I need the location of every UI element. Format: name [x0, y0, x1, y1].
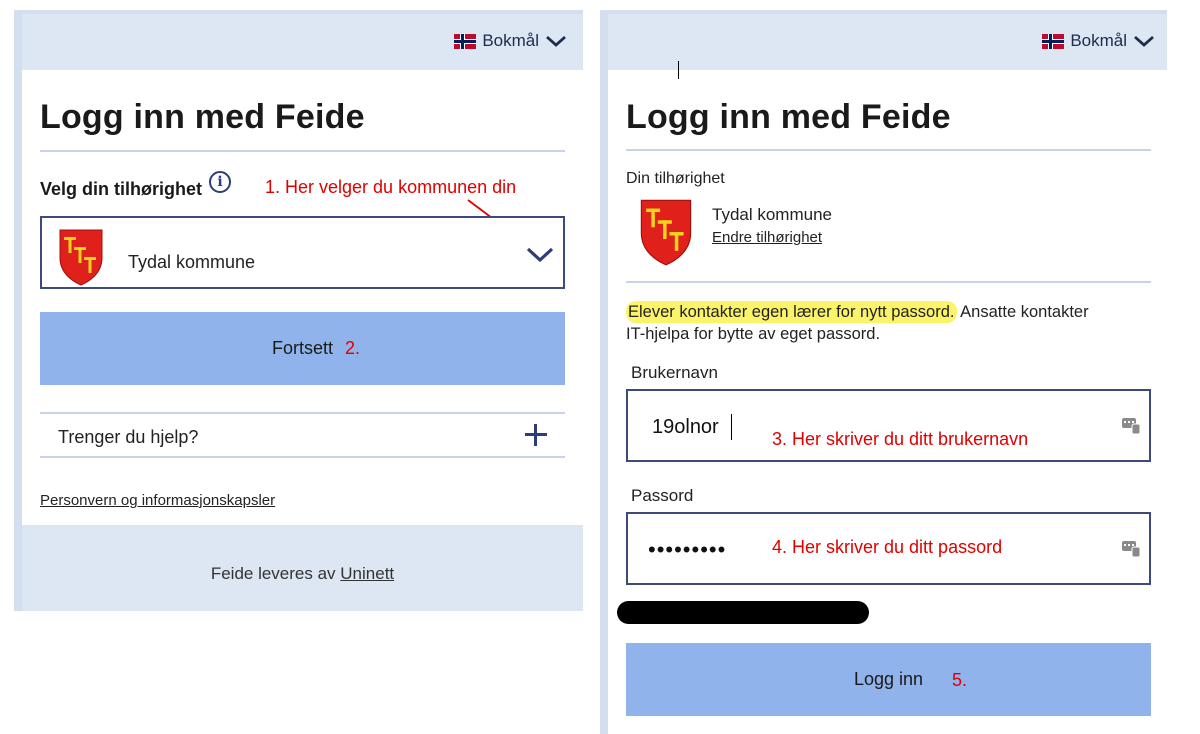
- help-toggle[interactable]: Trenger du hjelp?: [58, 427, 198, 448]
- footer-text: Feide leveres av Uninett: [22, 564, 583, 584]
- chevron-down-icon: [1134, 35, 1154, 47]
- text-cursor: [731, 414, 732, 440]
- language-label: Bokmål: [1070, 31, 1127, 50]
- chevron-down-icon: [526, 247, 554, 263]
- top-bar: Bokmål: [22, 14, 583, 70]
- page-title: Logg inn med Feide: [626, 98, 951, 136]
- language-label: Bokmål: [482, 31, 539, 50]
- keyboard-icon[interactable]: [1122, 541, 1140, 557]
- username-field[interactable]: 19olnor 3. Her skriver du ditt brukernav…: [626, 389, 1151, 462]
- footer-prefix: Feide leveres av: [210, 564, 341, 583]
- annotation-step-3: 3. Her skriver du ditt brukernavn: [772, 429, 1029, 449]
- notice-highlight: Elever kontakter egen lærer for nytt pas…: [626, 301, 957, 323]
- divider: [40, 456, 565, 458]
- password-value: •••••••••: [648, 537, 727, 562]
- change-affiliation-link[interactable]: Endre tilhørighet: [712, 229, 822, 246]
- uninett-link[interactable]: Uninett: [340, 564, 394, 583]
- footer: Feide leveres av Uninett: [22, 525, 583, 611]
- left-login-panel: Bokmål Logg inn med Feide Velg din tilhø…: [14, 10, 583, 611]
- right-login-panel: Bokmål Logg inn med Feide Din tilhørighe…: [600, 10, 1167, 734]
- notice-rest-2: IT-hjelpa for bytte av eget passord.: [626, 325, 881, 343]
- login-button[interactable]: Logg inn: [626, 643, 1151, 716]
- annotation-step-1: 1. Her velger du kommunen din: [265, 177, 517, 197]
- redacted-text: [617, 601, 869, 624]
- password-label: Passord: [631, 486, 694, 505]
- organization-name: Tydal kommune: [712, 205, 832, 224]
- username-label: Brukernavn: [631, 363, 718, 382]
- keyboard-icon[interactable]: [1122, 418, 1140, 434]
- text-cursor: [678, 61, 679, 79]
- affiliation-select[interactable]: Tydal kommune: [40, 216, 565, 289]
- notice-rest-1: Ansatte kontakter: [956, 303, 1089, 321]
- continue-label: Fortsett: [271, 338, 333, 358]
- divider: [626, 149, 1151, 151]
- plus-icon[interactable]: [525, 424, 547, 446]
- login-label: Logg inn: [853, 669, 924, 689]
- affiliation-heading: Din tilhørighet: [626, 170, 725, 187]
- annotation-step-2: 2.: [345, 338, 361, 358]
- language-selector[interactable]: Bokmål: [454, 31, 567, 51]
- username-value: 19olnor: [652, 416, 719, 438]
- flag-norway-icon: [1042, 33, 1065, 49]
- divider: [40, 150, 565, 152]
- affiliation-label: Velg din tilhørighet: [40, 179, 202, 199]
- selected-organization: Tydal kommune: [128, 252, 256, 272]
- top-bar: Bokmål: [608, 14, 1167, 70]
- coat-of-arms-icon: [59, 229, 103, 286]
- continue-button[interactable]: Fortsett: [40, 312, 565, 385]
- divider: [40, 412, 565, 414]
- annotation-step-5: 5.: [952, 670, 968, 690]
- flag-norway-icon: [454, 33, 477, 49]
- chevron-down-icon: [546, 35, 566, 47]
- info-icon[interactable]: i: [209, 171, 231, 193]
- privacy-link[interactable]: Personvern og informasjonskapsler: [40, 492, 275, 509]
- annotation-step-4: 4. Her skriver du ditt passord: [772, 537, 1003, 557]
- password-field[interactable]: ••••••••• 4. Her skriver du ditt passord: [626, 512, 1151, 585]
- language-selector[interactable]: Bokmål: [1042, 31, 1155, 51]
- page-title: Logg inn med Feide: [40, 98, 365, 136]
- coat-of-arms-icon: [640, 199, 692, 266]
- divider: [626, 281, 1151, 283]
- password-notice: Elever kontakter egen lærer for nytt pas…: [626, 301, 1156, 345]
